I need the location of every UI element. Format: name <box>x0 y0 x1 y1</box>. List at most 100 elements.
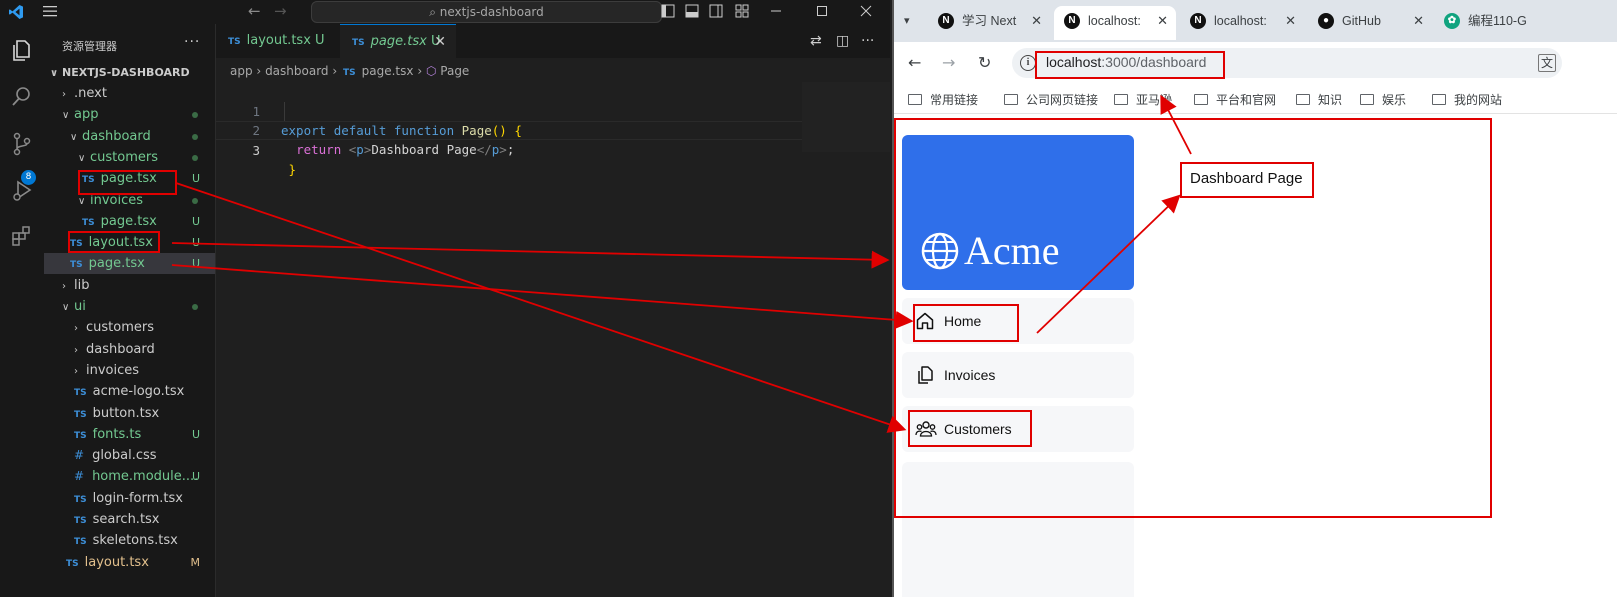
hamburger-menu-icon[interactable] <box>42 3 58 19</box>
code-line-2[interactable]: 2 return <p>Dashboard Page</p>; <box>216 102 802 157</box>
maximize-icon[interactable] <box>814 3 830 19</box>
tree-item[interactable]: TS login-form.tsx <box>44 488 215 509</box>
tree-item[interactable]: # home.module.... U <box>44 466 215 487</box>
browser-toolbar: ← → ↻ i localhost:3000/dashboard 文 <box>894 42 1617 84</box>
code-token: Dashboard Page <box>371 142 477 157</box>
close-window-icon[interactable] <box>858 3 874 19</box>
bookmark-folder[interactable]: 公司网页链接 <box>1004 91 1098 108</box>
open-changes-icon[interactable]: ⇄ <box>810 33 822 49</box>
tree-item[interactable]: › .next <box>44 83 215 104</box>
tree-item[interactable]: TS button.tsx <box>44 403 215 424</box>
toggle-secondary-sidebar-icon[interactable] <box>708 3 724 19</box>
close-tab-icon[interactable]: ✕ <box>1157 6 1168 36</box>
tab-search-dropdown-icon[interactable]: ▾ <box>904 14 910 27</box>
close-tab-icon[interactable]: ✕ <box>1031 6 1042 36</box>
tree-item[interactable]: ∨ ui <box>44 296 215 317</box>
explorer-files-icon[interactable] <box>8 36 36 64</box>
browser-tab-active[interactable]: Nlocalhost: ✕ <box>1054 6 1176 40</box>
tree-item[interactable]: # global.css <box>44 445 215 466</box>
typescript-file-icon: TS <box>74 516 87 526</box>
tree-item[interactable]: › dashboard <box>44 339 215 360</box>
tree-item[interactable]: TS page.tsx U <box>44 253 215 275</box>
bookmark-folder[interactable]: 平台和官网 <box>1194 91 1276 108</box>
tree-item[interactable]: › customers <box>44 317 215 338</box>
nav-link-invoices[interactable]: Invoices <box>902 352 1134 398</box>
search-icon[interactable] <box>8 82 36 110</box>
browser-tab[interactable]: ● GitHub ✕ <box>1308 6 1432 40</box>
bookmark-folder[interactable]: 亚马逊 <box>1114 91 1172 108</box>
tree-item[interactable]: TS skeletons.tsx <box>44 530 215 551</box>
typescript-file-icon: TS <box>343 68 356 78</box>
tab-layout-tsx[interactable]: TS layout.tsx U <box>216 24 338 58</box>
users-icon <box>915 421 937 437</box>
tree-item[interactable]: TS page.tsx U <box>44 211 215 232</box>
browser-tab[interactable]: Nlocalhost: ✕ <box>1180 6 1304 40</box>
tree-item[interactable]: ∨ invoices <box>44 190 215 211</box>
tree-item[interactable]: ∨ dashboard <box>44 126 215 147</box>
run-debug-icon[interactable] <box>8 176 36 204</box>
breadcrumb-file[interactable]: page.tsx <box>362 64 414 78</box>
tree-item[interactable]: ∨ customers <box>44 147 215 168</box>
browser-tab[interactable]: N 学习 Next ✕ <box>928 6 1050 40</box>
tree-item-label: lib <box>74 277 90 293</box>
tab-label: page.tsx <box>370 34 427 49</box>
site-info-icon[interactable]: i <box>1020 55 1036 71</box>
tree-item[interactable]: TS layout.tsx U <box>44 232 215 253</box>
minimap[interactable] <box>802 82 890 152</box>
breadcrumb-app[interactable]: app <box>230 64 253 78</box>
extensions-icon[interactable] <box>8 222 36 250</box>
bookmark-folder[interactable]: 娱乐 <box>1360 91 1406 108</box>
tree-item[interactable]: › lib <box>44 275 215 296</box>
tree-item[interactable]: ∨ app <box>44 104 215 125</box>
translate-icon[interactable]: 文 <box>1538 54 1556 72</box>
breadcrumb-dashboard[interactable]: dashboard <box>265 64 328 78</box>
typescript-file-icon: TS <box>74 409 87 420</box>
code-line-3[interactable]: 3 } <box>216 121 802 177</box>
chevron-right-icon: › <box>256 64 262 78</box>
tree-item[interactable]: TS search.tsx <box>44 509 215 530</box>
tree-item[interactable]: TS page.tsx U <box>44 168 215 189</box>
tree-item-label: global.css <box>92 448 157 464</box>
more-actions-icon[interactable]: ··· <box>184 34 200 50</box>
close-tab-icon[interactable]: ✕ <box>1413 6 1424 36</box>
tab-page-tsx[interactable]: TS page.tsx U ✕ <box>340 24 456 58</box>
bookmark-folder[interactable]: 我的网站 <box>1432 91 1502 108</box>
git-status-dot <box>192 112 198 119</box>
toggle-panel-icon[interactable] <box>684 3 700 19</box>
breadcrumb-symbol[interactable]: Page <box>440 64 469 78</box>
editor-tabs: TS layout.tsx U TS page.tsx U ✕ ⇄ ◫ ··· <box>216 24 890 58</box>
typescript-file-icon: TS <box>74 537 87 548</box>
tree-item[interactable]: › invoices <box>44 360 215 381</box>
nav-link-customers[interactable]: Customers <box>902 406 1134 452</box>
back-arrow-icon[interactable]: ← <box>908 53 921 72</box>
forward-arrow-icon[interactable]: → <box>942 53 955 72</box>
tree-item[interactable]: TS layout.tsx M <box>44 552 215 573</box>
close-tab-icon[interactable]: ✕ <box>434 25 446 59</box>
url-path: :3000/dashboard <box>1101 54 1207 70</box>
back-arrow-icon[interactable]: ← <box>248 2 261 20</box>
acme-logo-banner[interactable]: Acme <box>902 135 1134 290</box>
nav-link-home[interactable]: Home <box>902 298 1134 344</box>
address-bar[interactable]: i localhost:3000/dashboard <box>1012 48 1562 78</box>
toggle-sidebar-icon[interactable] <box>660 3 676 19</box>
bookmark-folder[interactable]: 常用链接 <box>908 91 978 108</box>
tree-item[interactable]: TS acme-logo.tsx <box>44 381 215 402</box>
forward-arrow-icon[interactable]: → <box>274 2 287 20</box>
bookmark-folder[interactable]: 知识 <box>1296 91 1342 108</box>
split-editor-icon[interactable]: ◫ <box>836 33 849 49</box>
command-center-search[interactable]: ⌕ nextjs-dashboard <box>311 1 662 23</box>
minimize-icon[interactable] <box>768 3 784 19</box>
layout-icon[interactable] <box>734 3 750 19</box>
tree-item[interactable]: TS fonts.ts U <box>44 424 215 445</box>
code-line-1[interactable]: 1 export default function Page() { <box>216 83 802 138</box>
project-header[interactable]: ∨ NEXTJS-DASHBOARD <box>50 66 190 79</box>
explorer-sidebar: 资源管理器 ··· ∨ NEXTJS-DASHBOARD › .next ∨ app ∨ d… <box>44 24 216 597</box>
browser-tab[interactable]: ✿ 编程110-G <box>1434 6 1617 40</box>
tree-item-label: layout.tsx <box>88 235 153 251</box>
reload-icon[interactable]: ↻ <box>978 53 991 72</box>
source-control-icon[interactable] <box>8 130 36 158</box>
folder-icon <box>1296 94 1310 105</box>
git-status-letter: U <box>191 172 200 186</box>
more-actions-icon[interactable]: ··· <box>861 33 874 49</box>
close-tab-icon[interactable]: ✕ <box>1285 6 1296 36</box>
